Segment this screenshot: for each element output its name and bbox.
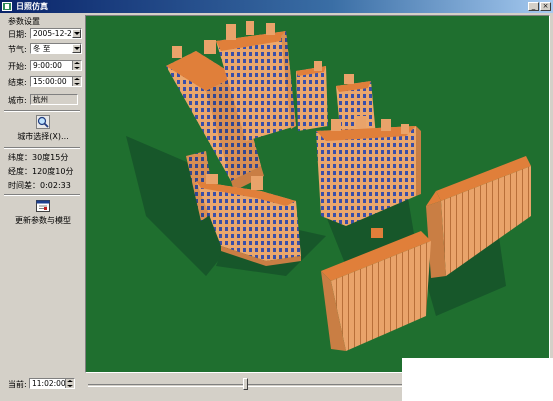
3d-viewport[interactable] [85,15,550,373]
divider [4,147,80,149]
control-panel: 参数设置 日期: 2005-12-22 节气: 冬 至 开始: 9:00:00 … [0,13,82,401]
date-value: 2005-12-22 [33,29,77,38]
solar-term-row: 节气: 冬 至 [8,43,82,55]
current-time-input[interactable]: 11:02:00 [29,378,75,389]
app-icon [2,2,12,11]
city-label: 城市: [8,96,27,105]
params-group-title: 参数设置 [8,17,40,26]
end-label: 结束: [8,78,27,87]
city-row: 城市: 杭州 [8,94,80,106]
building-scene [86,16,549,372]
magnifier-icon [36,115,50,129]
chevron-down-icon[interactable] [72,44,81,53]
update-model-label: 更新参数与模型 [15,216,71,225]
start-label: 开始: [8,62,27,71]
solar-term-value: 冬 至 [33,44,51,53]
date-label: 日期: [8,30,27,39]
city-value: 杭州 [33,95,48,104]
city-select-label: 城市选择(X)... [17,132,69,141]
longitude-text: 经度：120度10分 [8,167,74,176]
spinner-icon[interactable] [72,61,81,70]
start-row: 开始: 9:00:00 [8,60,82,72]
current-time-label: 当前: [8,380,27,389]
close-button[interactable]: × [540,2,551,11]
solar-term-select[interactable]: 冬 至 [30,43,82,54]
divider [4,194,80,196]
date-picker[interactable]: 2005-12-22 [30,28,82,39]
end-row: 结束: 15:00:00 [8,76,82,88]
end-time-input[interactable]: 15:00:00 [30,76,82,87]
start-time-input[interactable]: 9:00:00 [30,60,82,71]
divider [4,110,80,112]
time-difference-text: 时间差：0:02:33 [8,181,71,190]
building-back-right [296,61,328,131]
end-time-value: 15:00:00 [33,77,67,86]
city-select-button[interactable]: 城市选择(X)... [8,115,78,142]
chevron-down-icon[interactable] [72,29,81,38]
start-time-value: 9:00:00 [33,61,62,70]
calendar-icon [36,200,50,212]
date-row: 日期: 2005-12-22 [8,28,82,40]
title-bar: 日照仿真 _ × [0,0,553,13]
current-time-value: 11:02:00 [32,379,66,388]
time-slider-thumb[interactable] [243,378,248,390]
city-field: 杭州 [30,94,78,105]
window-title: 日照仿真 [16,2,48,11]
minimize-button[interactable]: _ [528,2,539,11]
spinner-icon[interactable] [65,379,74,388]
solar-term-label: 节气: [8,45,27,54]
blank-area [402,358,553,401]
update-model-button[interactable]: 更新参数与模型 [8,199,78,226]
latitude-text: 纬度：30度15分 [8,153,69,162]
spinner-icon[interactable] [72,77,81,86]
